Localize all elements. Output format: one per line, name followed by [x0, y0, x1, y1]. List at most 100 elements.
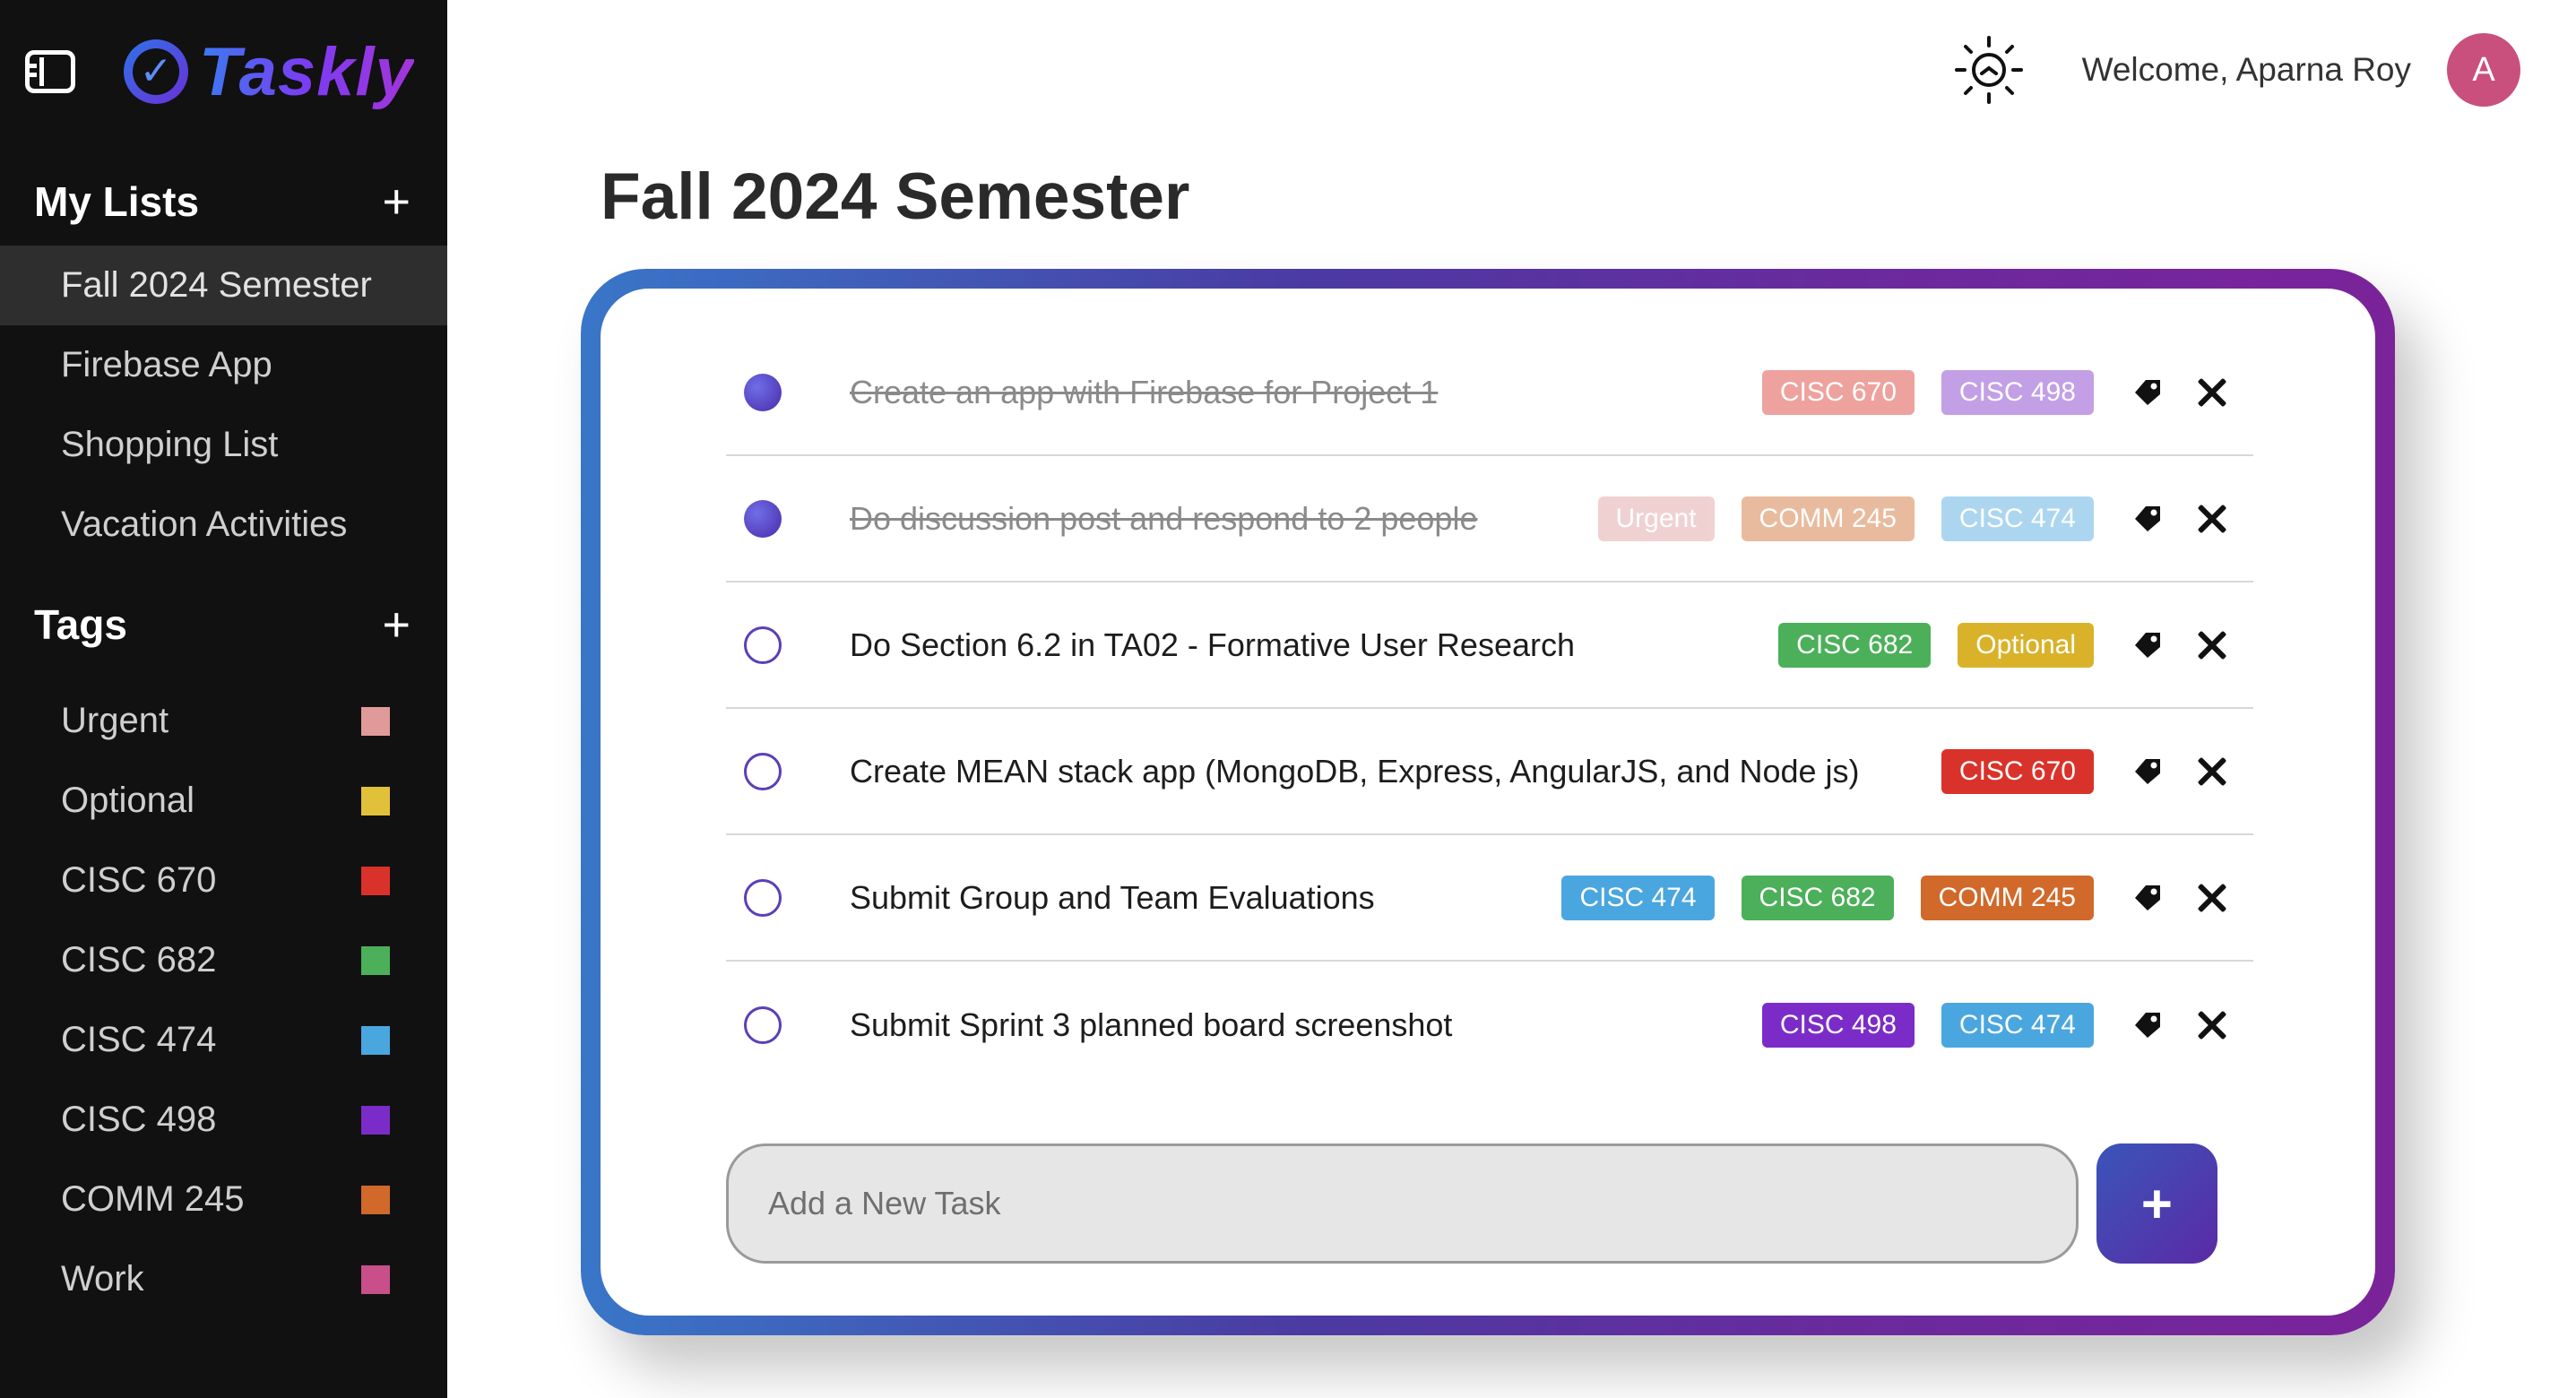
sidebar-tag-item[interactable]: COMM 245	[0, 1160, 447, 1239]
tag-label: CISC 498	[61, 1100, 217, 1139]
list-label: Firebase App	[61, 345, 272, 384]
task-tags: CISC 670 CISC 498	[1761, 369, 2094, 415]
task-text[interactable]: Submit Group and Team Evaluations	[850, 879, 1561, 917]
delete-task-close-icon[interactable]	[2194, 375, 2230, 410]
tag-color-swatch	[361, 706, 390, 736]
sidebar: ✓ Taskly My Lists + Fall 2024 Semester F…	[0, 0, 447, 1398]
add-task-button[interactable]: +	[2096, 1143, 2217, 1264]
task-tag-badge[interactable]: CISC 474	[1561, 875, 1715, 920]
sidebar-tag-item[interactable]: CISC 670	[0, 841, 447, 920]
tag-label: Work	[61, 1259, 144, 1299]
tag-color-swatch	[361, 786, 390, 816]
task-checkbox[interactable]	[744, 499, 782, 538]
task-tag-badge[interactable]: COMM 245	[1741, 496, 1915, 541]
sidebar-tag-item[interactable]: Work	[0, 1239, 447, 1319]
tag-label: COMM 245	[61, 1179, 245, 1219]
brand: ✓ Taskly	[25, 32, 414, 111]
tag-label: CISC 682	[61, 940, 217, 979]
sidebar-tag-item[interactable]: Optional	[0, 761, 447, 841]
delete-task-close-icon[interactable]	[2194, 880, 2230, 916]
tag-label: Optional	[61, 781, 194, 820]
add-task-input[interactable]	[726, 1143, 2079, 1264]
task-tags: CISC 474 CISC 682 COMM 245	[1561, 875, 2094, 920]
welcome-text: Welcome, Aparna Roy	[2081, 51, 2411, 88]
avatar[interactable]: A	[2447, 33, 2520, 107]
add-list-plus-icon[interactable]: +	[382, 177, 411, 226]
task-tag-badge[interactable]: Urgent	[1597, 496, 1715, 541]
task-checkbox[interactable]	[744, 752, 782, 790]
task-tag-badge[interactable]: CISC 498	[1941, 369, 2094, 415]
task-tag-badge[interactable]: Optional	[1958, 622, 2094, 668]
tag-color-swatch	[361, 866, 390, 895]
tags-title: Tags	[34, 601, 127, 648]
task-checkbox[interactable]	[744, 626, 782, 664]
tag-icon[interactable]	[2130, 501, 2165, 537]
task-tag-badge[interactable]: CISC 498	[1761, 1002, 1915, 1048]
tag-icon[interactable]	[2130, 375, 2165, 410]
sidebar-tag-item[interactable]: CISC 498	[0, 1080, 447, 1160]
task-text[interactable]: Do discussion post and respond to 2 peop…	[850, 500, 1598, 538]
delete-task-close-icon[interactable]	[2194, 627, 2230, 663]
tag-color-swatch	[361, 1185, 390, 1214]
task-text[interactable]: Create MEAN stack app (MongoDB, Express,…	[850, 753, 1941, 790]
sun-icon[interactable]	[1953, 34, 2025, 106]
tag-color-swatch	[361, 1264, 390, 1294]
task-tags: Urgent COMM 245 CISC 474	[1597, 496, 2094, 541]
tag-label: CISC 670	[61, 860, 217, 900]
task-text[interactable]: Do Section 6.2 in TA02 - Formative User …	[850, 626, 1778, 664]
sidebar-list-item[interactable]: Shopping List	[0, 405, 447, 485]
list-label: Vacation Activities	[61, 505, 348, 544]
tag-icon[interactable]	[2130, 880, 2165, 916]
task-tag-badge[interactable]: CISC 682	[1778, 622, 1932, 668]
delete-task-close-icon[interactable]	[2194, 754, 2230, 790]
tag-label: Urgent	[61, 701, 169, 740]
sidebar-tag-item[interactable]: CISC 474	[0, 1000, 447, 1080]
page-title: Fall 2024 Semester	[601, 160, 1190, 233]
sidebar-tag-item[interactable]: Urgent	[0, 681, 447, 761]
tag-icon[interactable]	[2130, 1007, 2165, 1043]
task-text[interactable]: Submit Sprint 3 planned board screenshot	[850, 1006, 1762, 1044]
list-label: Shopping List	[61, 425, 279, 464]
task-row: Do Section 6.2 in TA02 - Formative User …	[726, 582, 2253, 709]
task-row: Do discussion post and respond to 2 peop…	[726, 456, 2253, 582]
task-row: Create an app with Firebase for Project …	[726, 330, 2253, 456]
sidebar-tag-item[interactable]: CISC 682	[0, 920, 447, 1000]
add-task-row: +	[726, 1143, 2217, 1264]
sidebar-toggle-icon[interactable]	[25, 50, 75, 93]
task-tags: CISC 498 CISC 474	[1761, 1002, 2094, 1048]
tag-color-swatch	[361, 945, 390, 975]
task-row: Submit Sprint 3 planned board screenshot…	[726, 962, 2253, 1088]
app-logo-text: Taskly	[199, 33, 414, 110]
my-lists-title: My Lists	[34, 178, 200, 225]
list-label: Fall 2024 Semester	[61, 265, 372, 305]
tags-header: Tags +	[34, 600, 411, 649]
sidebar-list-item[interactable]: Firebase App	[0, 325, 447, 405]
task-tag-badge[interactable]: CISC 670	[1761, 369, 1915, 415]
task-row: Create MEAN stack app (MongoDB, Express,…	[726, 709, 2253, 835]
task-tag-badge[interactable]: CISC 474	[1941, 496, 2094, 541]
task-card: Create an app with Firebase for Project …	[601, 289, 2375, 1316]
tag-color-swatch	[361, 1105, 390, 1135]
sidebar-list-item[interactable]: Vacation Activities	[0, 485, 447, 565]
task-tag-badge[interactable]: CISC 682	[1741, 875, 1894, 920]
tag-icon[interactable]	[2130, 627, 2165, 663]
task-checkbox[interactable]	[744, 1005, 782, 1044]
task-tag-badge[interactable]: COMM 245	[1920, 875, 2094, 920]
add-tag-plus-icon[interactable]: +	[382, 600, 411, 649]
tag-icon[interactable]	[2130, 754, 2165, 790]
task-row: Submit Group and Team Evaluations CISC 47…	[726, 835, 2253, 962]
tag-color-swatch	[361, 1025, 390, 1055]
delete-task-close-icon[interactable]	[2194, 1007, 2230, 1043]
tag-label: CISC 474	[61, 1020, 217, 1059]
header: Welcome, Aparna Roy A	[1953, 32, 2520, 108]
task-checkbox[interactable]	[744, 878, 782, 917]
my-lists-header: My Lists +	[34, 177, 411, 226]
logo-check-icon: ✓	[124, 39, 188, 104]
sidebar-list-item[interactable]: Fall 2024 Semester	[0, 246, 447, 325]
task-list: Create an app with Firebase for Project …	[726, 330, 2253, 1088]
delete-task-close-icon[interactable]	[2194, 501, 2230, 537]
task-checkbox[interactable]	[744, 373, 782, 411]
task-text[interactable]: Create an app with Firebase for Project …	[850, 374, 1762, 411]
task-tag-badge[interactable]: CISC 670	[1941, 748, 2094, 794]
task-tag-badge[interactable]: CISC 474	[1941, 1002, 2094, 1048]
